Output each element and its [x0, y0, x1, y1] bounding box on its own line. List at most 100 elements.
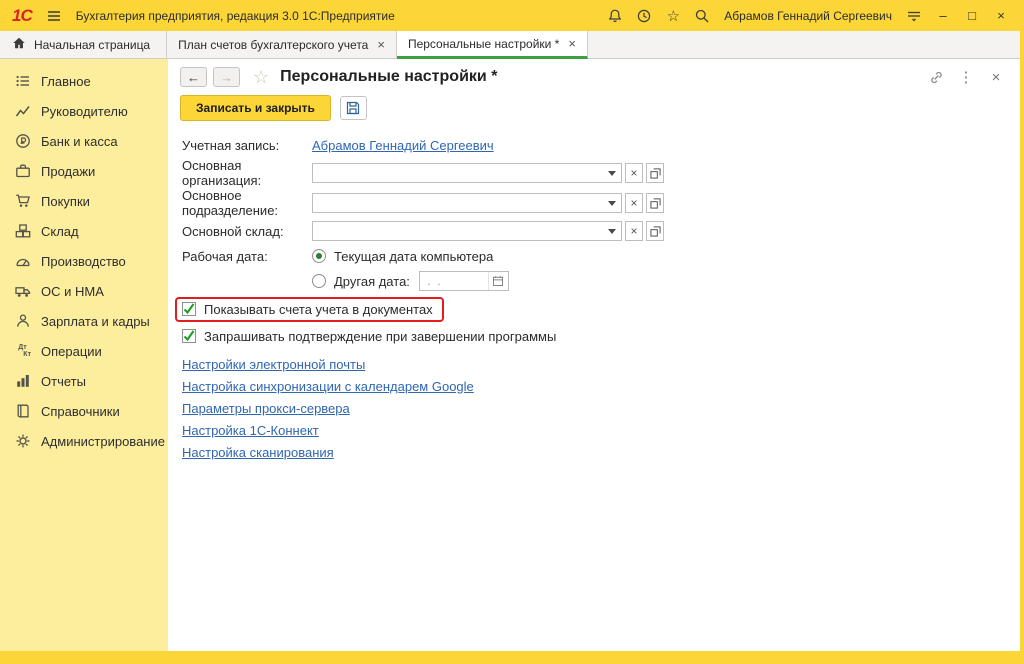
warehouse-clear-button[interactable]: ×: [625, 221, 643, 241]
boxes-icon: [14, 223, 31, 240]
1c-logo: 1С: [12, 6, 32, 26]
tab-close-icon[interactable]: ×: [568, 36, 576, 51]
close-window-button[interactable]: ×: [990, 8, 1012, 23]
current-date-radio[interactable]: [312, 249, 326, 263]
show-accounts-checkbox[interactable]: [182, 302, 196, 316]
department-clear-button[interactable]: ×: [625, 193, 643, 213]
tab-personal-settings[interactable]: Персональные настройки * ×: [397, 31, 588, 59]
favorites-star-icon[interactable]: ☆: [662, 5, 684, 27]
sidebar-item-manager[interactable]: Руководителю: [0, 96, 168, 126]
sidebar-item-label: Отчеты: [41, 374, 86, 389]
main-menu-icon[interactable]: [43, 5, 65, 27]
sidebar-item-operations[interactable]: ДтКт Операции: [0, 336, 168, 366]
account-row: Учетная запись: Абрамов Геннадий Сергеев…: [182, 132, 1020, 158]
get-link-icon[interactable]: [924, 67, 948, 87]
organization-combo: ×: [312, 163, 664, 183]
link-scan-settings[interactable]: Настройка сканирования: [182, 445, 334, 460]
link-email-settings[interactable]: Настройки электронной почты: [182, 357, 365, 372]
forward-button[interactable]: →: [213, 67, 240, 87]
warehouse-dropdown-icon[interactable]: [603, 222, 621, 240]
tab-label: Персональные настройки *: [408, 37, 559, 51]
gauge-icon: [14, 253, 31, 270]
sidebar-item-salary-hr[interactable]: Зарплата и кадры: [0, 306, 168, 336]
show-accounts-checkbox-label: Показывать счета учета в документах: [204, 302, 433, 317]
sidebar-item-label: Администрирование: [41, 434, 165, 449]
warehouse-combo: ×: [312, 221, 664, 241]
sidebar-item-label: ОС и НМА: [41, 284, 104, 299]
calendar-icon[interactable]: [488, 272, 508, 290]
save-and-close-button[interactable]: Записать и закрыть: [180, 95, 331, 121]
book-icon: [14, 403, 31, 420]
department-combo: ×: [312, 193, 664, 213]
department-dropdown-icon[interactable]: [603, 194, 621, 212]
other-date-field: [419, 271, 509, 291]
annotation-highlight-box: Показывать счета учета в документах: [175, 297, 444, 322]
page-title: Персональные настройки *: [280, 68, 497, 86]
tab-home[interactable]: Начальная страница: [0, 31, 167, 58]
sidebar-item-label: Производство: [41, 254, 126, 269]
warehouse-input[interactable]: [313, 223, 603, 239]
truck-icon: [14, 283, 31, 300]
sidebar-item-reports[interactable]: Отчеты: [0, 366, 168, 396]
more-menu-icon[interactable]: ⋮: [954, 67, 978, 87]
sidebar-item-label: Главное: [41, 74, 91, 89]
sidebar-item-purchases[interactable]: Покупки: [0, 186, 168, 216]
titlebar: 1С Бухгалтерия предприятия, редакция 3.0…: [0, 0, 1020, 31]
link-1c-connect-settings[interactable]: Настройка 1С-Коннект: [182, 423, 319, 438]
collapse-panels-icon[interactable]: [903, 5, 925, 27]
link-google-calendar-sync[interactable]: Настройка синхронизации с календарем Goo…: [182, 379, 474, 394]
organization-dropdown-icon[interactable]: [603, 164, 621, 182]
sidebar-item-administration[interactable]: Администрирование: [0, 426, 168, 456]
account-link[interactable]: Абрамов Геннадий Сергеевич: [312, 138, 494, 153]
other-date-radio[interactable]: [312, 274, 326, 288]
organization-open-button[interactable]: [646, 163, 664, 183]
sidebar-item-label: Справочники: [41, 404, 120, 419]
save-button[interactable]: [340, 96, 367, 120]
other-date-row: Другая дата:: [182, 268, 1020, 294]
close-form-icon[interactable]: ×: [984, 67, 1008, 87]
sidebar-item-bank-cash[interactable]: Банк и касса: [0, 126, 168, 156]
debit-credit-icon: ДтКт: [14, 343, 31, 360]
sidebar-item-directories[interactable]: Справочники: [0, 396, 168, 426]
user-menu[interactable]: Абрамов Геннадий Сергеевич: [724, 9, 892, 23]
maximize-button[interactable]: □: [961, 8, 983, 23]
notifications-bell-icon[interactable]: [604, 5, 626, 27]
sidebar-item-fixed-assets[interactable]: ОС и НМА: [0, 276, 168, 306]
search-icon[interactable]: [691, 5, 713, 27]
tab-label: План счетов бухгалтерского учета: [178, 38, 368, 52]
other-date-input[interactable]: [420, 273, 488, 289]
sections-panel: Главное Руководителю Банк и касса Продаж…: [0, 59, 168, 651]
working-date-row: Рабочая дата: Текущая дата компьютера: [182, 244, 1020, 268]
organization-label: Основная организация:: [182, 158, 312, 188]
settings-links: Настройки электронной почты Настройка си…: [182, 353, 1020, 463]
home-tab-label: Начальная страница: [34, 38, 150, 52]
favorite-star-icon[interactable]: ☆: [253, 68, 269, 86]
app-title: Бухгалтерия предприятия, редакция 3.0 1С…: [76, 9, 395, 23]
gear-icon: [14, 433, 31, 450]
list-icon: [14, 73, 31, 90]
organization-input[interactable]: [313, 165, 603, 181]
link-proxy-settings[interactable]: Параметры прокси-сервера: [182, 401, 350, 416]
coin-ruble-icon: [14, 133, 31, 150]
department-open-button[interactable]: [646, 193, 664, 213]
sidebar-item-main[interactable]: Главное: [0, 66, 168, 96]
sidebar-item-warehouse[interactable]: Склад: [0, 216, 168, 246]
warehouse-open-button[interactable]: [646, 221, 664, 241]
sidebar-item-label: Покупки: [41, 194, 90, 209]
tabbar: Начальная страница План счетов бухгалтер…: [0, 31, 1020, 59]
back-button[interactable]: ←: [180, 67, 207, 87]
chart-line-icon: [14, 103, 31, 120]
department-input[interactable]: [313, 195, 603, 211]
organization-clear-button[interactable]: ×: [625, 163, 643, 183]
sidebar-item-sales[interactable]: Продажи: [0, 156, 168, 186]
sidebar-item-label: Операции: [41, 344, 102, 359]
warehouse-label: Основной склад:: [182, 224, 312, 239]
tab-close-icon[interactable]: ×: [377, 37, 385, 52]
sidebar-item-production[interactable]: Производство: [0, 246, 168, 276]
confirm-exit-checkbox[interactable]: [182, 329, 196, 343]
history-icon[interactable]: [633, 5, 655, 27]
minimize-button[interactable]: –: [932, 8, 954, 23]
other-date-radio-label: Другая дата:: [334, 274, 410, 289]
confirm-exit-row: Запрашивать подтверждение при завершении…: [182, 324, 1020, 348]
tab-chart-of-accounts[interactable]: План счетов бухгалтерского учета ×: [167, 31, 397, 58]
